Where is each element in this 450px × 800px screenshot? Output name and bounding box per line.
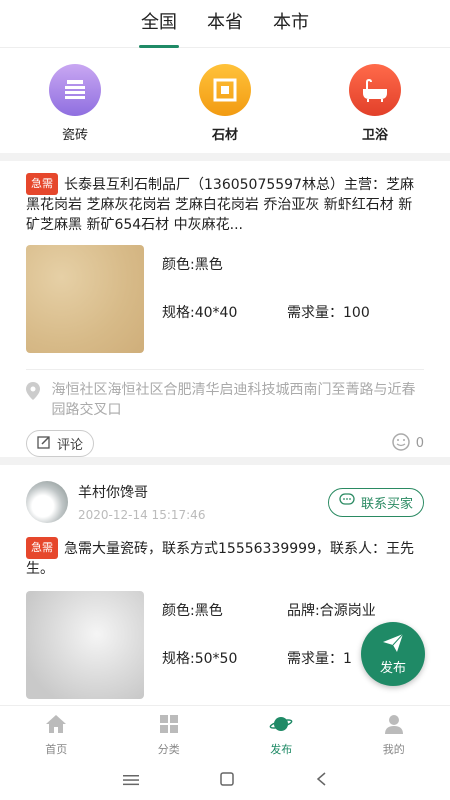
avatar[interactable] [26,481,68,523]
stone-icon [199,64,251,116]
spec-size: 规格:50*50 [162,651,238,667]
comment-label: 评论 [57,438,84,453]
smiley-icon [391,432,410,455]
post-card[interactable]: 急需 长泰县互利石制品厂（13605075597林总）主营：芝麻黑花岗岩 芝麻灰花… [0,161,450,457]
category-stone[interactable]: 石材 [150,49,300,153]
nav-publish[interactable]: 发布 [225,706,338,761]
nav-home[interactable]: 首页 [0,706,113,761]
nav-label: 分类 [157,743,180,756]
region-tabs: 全国 本省 本市 [0,0,450,48]
tab-province[interactable]: 本省 [205,0,245,48]
user-name: 羊村你馋哥 [78,485,148,501]
product-info: 颜色:黑色 规格:40*40 需求量：100 [26,245,424,353]
nav-category[interactable]: 分类 [113,706,226,761]
like-count: 0 [415,436,424,451]
category-bar: 瓷砖 石材 卫浴 [0,49,450,153]
bathtub-icon [349,64,401,116]
post-description-block: 急需 长泰县互利石制品厂（13605075597林总）主营：芝麻黑花岗岩 芝麻灰花… [26,173,424,233]
spec-demand: 需求量：100 [287,305,370,321]
home-square-icon[interactable] [219,771,235,791]
urgent-badge: 急需 [26,537,58,559]
system-nav-bar [0,761,450,800]
user-icon [384,714,404,737]
tab-national[interactable]: 全国 [139,0,179,48]
post-description: 急需大量瓷砖，联系方式15556339999，联系人：王先生。 [26,541,414,577]
contact-buyer-button[interactable]: 联系买家 [327,487,424,517]
spec-color: 颜色:黑色 [162,257,223,273]
bottom-nav: 首页 分类 发布 我的 [0,705,450,761]
comment-button[interactable]: 评论 [26,430,95,457]
spec-brand: 品牌:合源岗业 [287,603,376,619]
home-icon [45,714,67,737]
location-pin-icon [26,380,41,420]
grid-icon [159,714,179,737]
publish-label: 发布 [379,660,406,676]
chat-icon [339,493,355,511]
tab-city[interactable]: 本市 [271,0,311,48]
spec-demand: 需求量：1 [287,651,352,667]
nav-label: 我的 [382,743,405,756]
menu-icon[interactable] [123,771,139,790]
product-image[interactable] [26,245,144,353]
nav-profile[interactable]: 我的 [338,706,450,761]
post-description: 长泰县互利石制品厂（13605075597林总）主营：芝麻黑花岗岩 芝麻灰花岗岩… [26,177,414,233]
category-label: 瓷砖 [61,128,88,143]
tile-icon [49,64,101,116]
product-image[interactable] [26,591,144,699]
category-label: 石材 [211,128,238,143]
publish-fab[interactable]: 发布 [361,622,425,686]
spec-color: 颜色:黑色 [162,603,223,619]
category-bath[interactable]: 卫浴 [300,49,450,153]
location-text: 海恒社区海恒社区合肥清华启迪科技城西南门至菁路与近春园路交叉口 [51,382,416,418]
nav-label: 首页 [45,743,68,756]
divider [0,153,450,161]
contact-label: 联系买家 [360,496,413,512]
back-icon[interactable] [315,771,327,791]
nav-label: 发布 [270,743,293,756]
category-tile[interactable]: 瓷砖 [0,49,150,153]
divider [0,457,450,465]
location-row: 海恒社区海恒社区合肥清华启迪科技城西南门至菁路与近春园路交叉口 [26,369,424,420]
spec-size: 规格:40*40 [162,305,238,321]
category-label: 卫浴 [361,128,388,143]
post-time: 2020-12-14 15:17:46 [78,508,206,522]
paper-plane-icon [382,633,404,657]
like-button[interactable]: 0 [391,432,424,455]
urgent-badge: 急需 [26,173,58,195]
planet-icon [269,714,293,737]
edit-icon [37,435,51,453]
